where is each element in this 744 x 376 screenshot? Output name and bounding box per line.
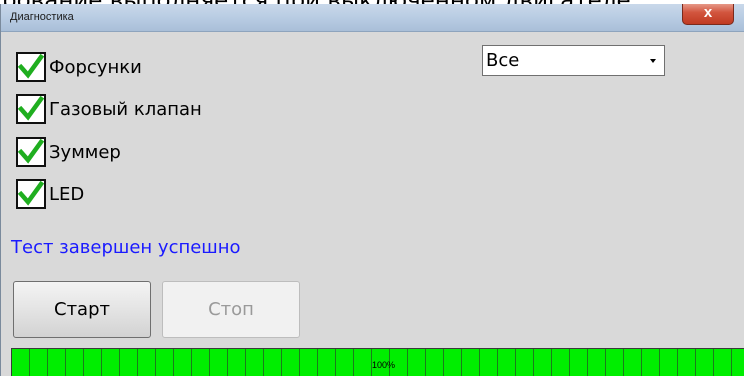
- start-button[interactable]: Старт: [13, 281, 151, 338]
- close-icon: x: [703, 4, 713, 21]
- checkmark-icon: [18, 181, 44, 206]
- stop-button: Стоп: [162, 281, 300, 338]
- title-bar[interactable]: Диагностика x: [1, 4, 744, 32]
- progress-bar: 100%: [11, 348, 744, 376]
- checkmark-icon: [18, 96, 44, 121]
- checkbox-led[interactable]: [16, 179, 46, 209]
- diagnostics-window: Диагностика x Форсунки Газовый клапан Зу…: [0, 4, 744, 376]
- checkbox-label-injectors: Форсунки: [49, 56, 142, 78]
- checkbox-label-gas-valve: Газовый клапан: [49, 98, 202, 120]
- status-message: Тест завершен успешно: [11, 237, 241, 258]
- checkbox-label-led: LED: [49, 183, 85, 205]
- checkbox-row-buzzer[interactable]: Зуммер: [16, 136, 121, 168]
- chevron-down-icon[interactable]: [650, 59, 656, 63]
- close-button[interactable]: x: [682, 4, 734, 25]
- mode-select-value: Все: [486, 50, 520, 71]
- window-title: Диагностика: [10, 11, 74, 23]
- checkmark-icon: [18, 139, 44, 164]
- checkbox-row-led[interactable]: LED: [16, 178, 84, 210]
- checkbox-buzzer[interactable]: [16, 137, 46, 167]
- checkmark-icon: [18, 54, 44, 79]
- mode-select[interactable]: Все: [482, 45, 665, 76]
- progress-text: 100%: [372, 360, 396, 370]
- checkbox-row-gas-valve[interactable]: Газовый клапан: [16, 93, 202, 125]
- checkbox-gas-valve[interactable]: [16, 94, 46, 124]
- checkbox-injectors[interactable]: [16, 52, 46, 82]
- checkbox-label-buzzer: Зуммер: [49, 141, 121, 163]
- checkbox-row-injectors[interactable]: Форсунки: [16, 51, 142, 83]
